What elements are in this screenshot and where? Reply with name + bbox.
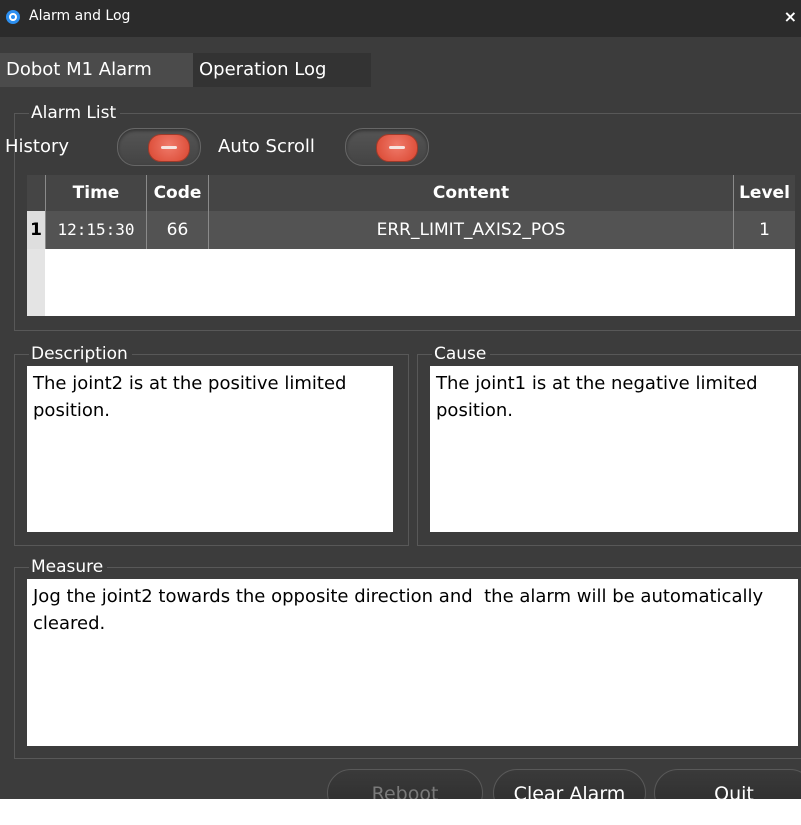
history-toggle-knob: [148, 134, 190, 162]
column-header-content[interactable]: Content: [208, 175, 733, 211]
alarm-table: Time Code Content Level 1 12:15:30 66 ER…: [27, 175, 795, 316]
row-number: 1: [27, 211, 45, 249]
column-header-code[interactable]: Code: [146, 175, 208, 211]
title-bar: Alarm and Log ×: [0, 0, 801, 37]
alarm-list-label: Alarm List: [29, 103, 121, 123]
table-corner: [27, 175, 45, 211]
auto-scroll-toggle-knob: [376, 134, 418, 162]
tab-operation-log[interactable]: Operation Log: [193, 53, 371, 87]
table-header: Time Code Content Level: [27, 175, 795, 211]
column-header-level[interactable]: Level: [733, 175, 795, 211]
cell-level: 1: [733, 211, 795, 249]
app-logo-icon: [6, 10, 20, 24]
alarm-log-window: Alarm and Log × Dobot M1 Alarm Operation…: [0, 0, 801, 799]
auto-scroll-toggle[interactable]: [345, 128, 429, 166]
row-header-empty: [27, 249, 45, 316]
quit-button[interactable]: Quit: [654, 769, 801, 799]
column-header-time[interactable]: Time: [45, 175, 146, 211]
auto-scroll-label: Auto Scroll: [218, 136, 315, 157]
window-title: Alarm and Log: [29, 8, 131, 24]
history-toggle[interactable]: [117, 128, 201, 166]
description-text: The joint2 is at the positive limited po…: [27, 366, 393, 532]
clear-alarm-button[interactable]: Clear Alarm: [493, 769, 646, 799]
history-label: History: [5, 136, 70, 157]
cause-label: Cause: [432, 344, 491, 364]
measure-text: Jog the joint2 towards the opposite dire…: [27, 579, 798, 746]
cell-time: 12:15:30: [45, 211, 146, 249]
cell-content: ERR_LIMIT_AXIS2_POS: [208, 211, 733, 249]
tab-dobot-m1-alarm[interactable]: Dobot M1 Alarm: [0, 53, 196, 87]
measure-label: Measure: [29, 557, 108, 577]
reboot-button[interactable]: Reboot: [327, 769, 483, 799]
table-row[interactable]: 1 12:15:30 66 ERR_LIMIT_AXIS2_POS 1: [27, 211, 795, 249]
cell-code: 66: [146, 211, 208, 249]
cause-text: The joint1 is at the negative limited po…: [430, 366, 798, 532]
description-label: Description: [29, 344, 132, 364]
close-icon[interactable]: ×: [784, 7, 797, 26]
